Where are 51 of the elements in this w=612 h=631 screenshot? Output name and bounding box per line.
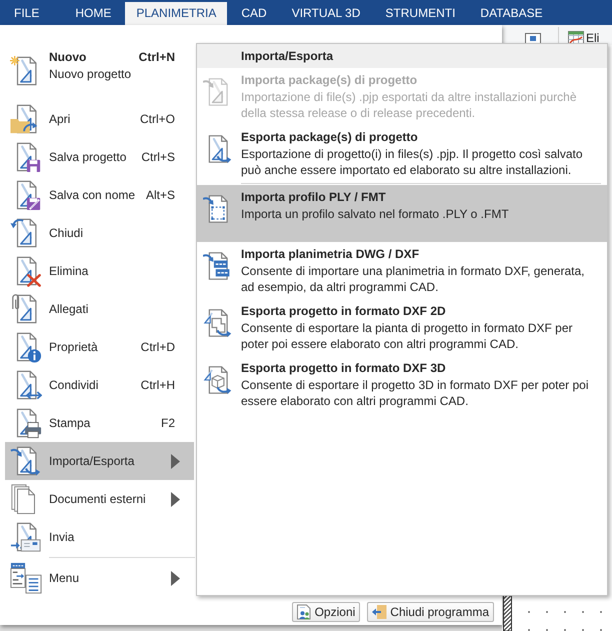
document-arrows-icon [10, 445, 42, 477]
shortcut-text: Ctrl+S [141, 149, 175, 165]
item-description: Importazione di file(s) .pjp esportati da altre installazioni purchè della stessa release o di release precedenti. [241, 89, 577, 121]
menu-tab[interactable]: CAD [230, 2, 278, 25]
shortcut-text: Ctrl+D [140, 339, 175, 355]
menu-item[interactable]: Salva con nome Alt+S [5, 176, 194, 214]
footer-button[interactable]: Chiudi programma [367, 602, 494, 622]
menu-tab[interactable]: STRUMENTI [374, 2, 466, 25]
menu-item[interactable]: Importa/Esporta [5, 442, 194, 480]
menu-item[interactable]: Nuovo Nuovo progetto Ctrl+N [5, 44, 194, 100]
submenu-item[interactable]: Importa planimetria DWG / DXF Consente di importare una planimetria in formato DXF, generata, ad esempio, da altri programmi CAD. [197, 242, 607, 299]
menu-tab[interactable]: DATABASE [469, 2, 554, 25]
item-description: Consente di importare una planimetria in formato DXF, generata, ad esempio, da altri programmi CAD. [241, 263, 585, 295]
menu-item[interactable]: Stampa F2 [5, 404, 194, 442]
menu-item[interactable]: Proprietà Ctrl+D [5, 328, 194, 366]
ribbon-button-label: Eli [586, 32, 600, 45]
menu-item[interactable]: Apri Ctrl+O [5, 100, 194, 138]
menu-item[interactable]: Condividi Ctrl+H [5, 366, 194, 404]
shortcut-text: Ctrl+H [140, 377, 175, 393]
menu-list-icon [10, 562, 42, 594]
menu-item[interactable]: Chiudi [5, 214, 194, 252]
item-description: Importa un profilo salvato nel formato .PLY o .FMT [241, 206, 509, 222]
submenu-item[interactable]: Importa profilo PLY / FMT Importa un profilo salvato nel formato .PLY o .FMT [197, 185, 607, 242]
envelope-document-icon [10, 521, 42, 553]
menu-tab[interactable]: HOME [64, 2, 122, 25]
menu-item[interactable]: Allegati [5, 290, 194, 328]
item-description: Consente di esportare il progetto 3D in formato DXF per poter poi essere elaborato con altri programmi CAD. [241, 377, 589, 409]
menu-tab[interactable]: FILE [3, 2, 50, 25]
door-arrow-icon [371, 604, 388, 620]
shortcut-text: Ctrl+O [140, 111, 175, 127]
menu-item[interactable]: Elimina [5, 252, 194, 290]
submenu-title: Importa/Esporta [241, 48, 334, 65]
document-cube-icon [203, 364, 233, 396]
submenu-item[interactable]: Esporta progetto in formato DXF 3D Consente di esportare il progetto 3D in formato DXF per poter poi essere elaborato con altri programmi CAD. [197, 356, 607, 413]
item-description: Consente di esportare la pianta di progetto in formato DXF per poter poi essere elaborato con altri programmi CAD. [241, 320, 573, 352]
shortcut-text: Ctrl+N [138, 49, 175, 65]
menu-item-description: Nuovo progetto [49, 66, 132, 83]
menu-item[interactable]: Salva progetto Ctrl+S [5, 138, 194, 176]
menu-tab[interactable]: VIRTUAL 3D [280, 2, 372, 25]
shortcut-text: F2 [160, 415, 175, 431]
item-description: Esportazione di progetto(i) in files(s) .pjp. Il progetto così salvato può anche essere importato ed elaborato su altre installazioni. [241, 146, 582, 178]
document-floor-plan-icon [203, 307, 233, 339]
shortcut-text: Alt+S [146, 187, 175, 203]
submenu-item[interactable]: Esporta progetto in formato DXF 2D Consente di esportare la pianta di progetto in formato DXF per poter poi essere elaborato con altri programmi CAD. [197, 299, 607, 356]
menu-item[interactable]: Invia [5, 518, 194, 556]
document-people-icon [296, 604, 312, 620]
submenu-item[interactable]: Esporta package(s) di progetto Esportazione di progetto(i) in files(s) .pjp. Il progetto così salvato può anche essere importato ed elaborato su altre installazioni. [197, 125, 607, 182]
footer-button[interactable]: Opzioni [292, 602, 360, 622]
menu-tab[interactable]: PLANIMETRIA [125, 2, 228, 25]
menu-item[interactable]: Documenti esterni [5, 480, 194, 518]
menu-item[interactable]: Menu [5, 559, 194, 597]
